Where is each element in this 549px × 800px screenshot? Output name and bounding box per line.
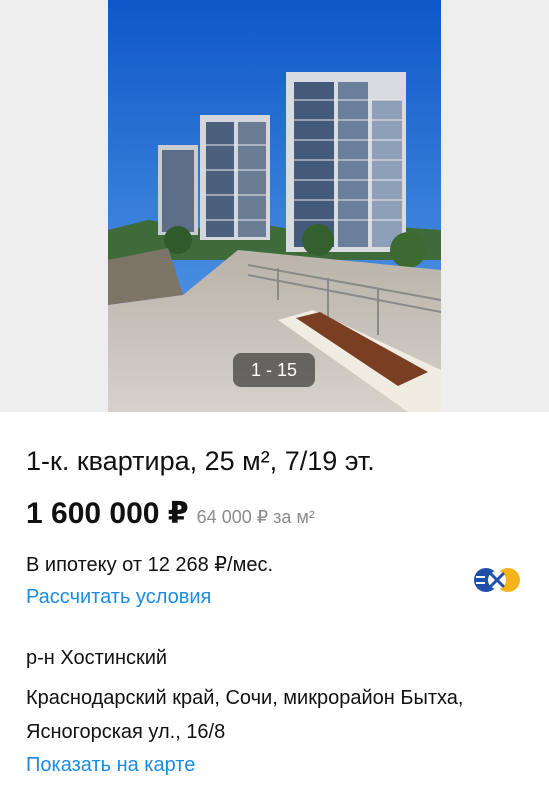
calculate-conditions-link[interactable]: Рассчитать условия bbox=[26, 586, 211, 609]
price: 1 600 000 ₽ bbox=[26, 497, 189, 530]
mortgage-text: В ипотеку от 12 268 ₽/мес. bbox=[26, 554, 274, 576]
show-on-map-link[interactable]: Показать на карте bbox=[26, 754, 195, 777]
address: Краснодарский край, Сочи, микрорайон Быт… bbox=[26, 687, 464, 743]
photo-counter: 1 - 15 bbox=[233, 353, 315, 387]
building-photo-image bbox=[108, 0, 441, 412]
listing-photo[interactable] bbox=[108, 0, 441, 412]
price-per-square-meter: 64 000 ₽ за м² bbox=[196, 507, 315, 527]
listing-title: 1-к. квартира, 25 м², 7/19 эт. bbox=[26, 446, 375, 476]
photo-gallery[interactable]: 1 - 15 bbox=[0, 0, 549, 412]
district: р-н Хостинский bbox=[26, 647, 168, 669]
price-row: 1 600 000 ₽ 64 000 ₽ за м² bbox=[26, 496, 315, 531]
bank-logo-icon[interactable] bbox=[469, 566, 525, 594]
